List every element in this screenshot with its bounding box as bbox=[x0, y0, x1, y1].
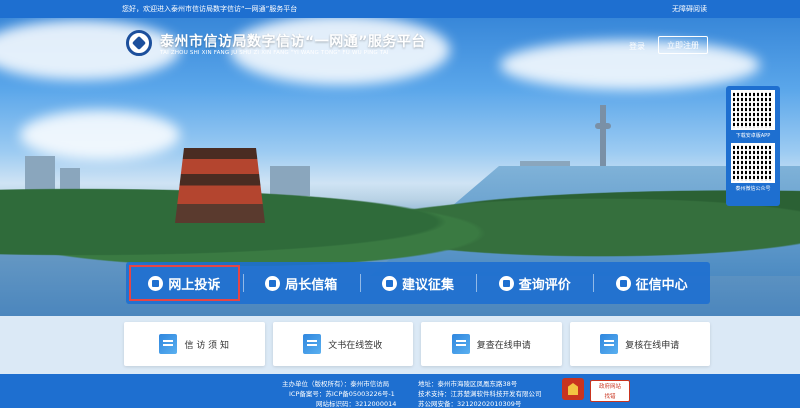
nav-label: 网上投诉 bbox=[168, 277, 221, 293]
card-petition-notice[interactable]: 信 访 须 知 bbox=[124, 322, 265, 366]
main-nav: 网上投诉 局长信箱 建议征集 查询评价 征信中心 bbox=[126, 262, 710, 304]
cloud bbox=[0, 20, 180, 80]
gov-site-error-badge[interactable]: 政府网站 找错 bbox=[590, 380, 630, 402]
document-sign-icon bbox=[303, 334, 322, 354]
nav-director-mailbox[interactable]: 局长信箱 bbox=[242, 262, 360, 304]
complaint-icon bbox=[148, 275, 164, 291]
emblem-icon bbox=[568, 383, 578, 395]
nav-label: 查询评价 bbox=[518, 277, 571, 293]
welcome-text: 您好，欢迎进入泰州市信访局数字信访“一网通”服务平台 bbox=[122, 5, 298, 13]
register-button[interactable]: 立即注册 bbox=[658, 36, 708, 54]
accessibility-link[interactable]: 无障碍阅读 bbox=[672, 4, 707, 14]
card-label: 文书在线签收 bbox=[328, 340, 383, 351]
footer-site-id: 网站标识码：3212000014 bbox=[316, 400, 397, 408]
site-logo[interactable] bbox=[126, 30, 152, 56]
logo-icon bbox=[131, 35, 147, 51]
card-recheck-apply[interactable]: 复核在线申请 bbox=[569, 322, 710, 366]
qr-panel: 下载安卓版APP 泰州微信公众号 bbox=[726, 86, 780, 206]
badge-line2: 找错 bbox=[604, 394, 616, 400]
pagoda bbox=[175, 148, 265, 223]
party-emblem-badge[interactable] bbox=[562, 378, 584, 400]
footer-host: 主办单位（版权所有）：泰州市信访局 bbox=[282, 380, 390, 388]
suggestion-icon bbox=[381, 275, 397, 291]
card-document-sign[interactable]: 文书在线签收 bbox=[272, 322, 413, 366]
card-label: 信 访 须 知 bbox=[184, 340, 230, 351]
app-qr-label[interactable]: 下载安卓版APP bbox=[730, 132, 776, 139]
nav-query-evaluation[interactable]: 查询评价 bbox=[476, 262, 593, 304]
nav-online-complaint[interactable]: 网上投诉 bbox=[126, 262, 243, 304]
card-label: 复核在线申请 bbox=[625, 340, 680, 351]
top-bar: 您好，欢迎进入泰州市信访局数字信访“一网通”服务平台 无障碍阅读 bbox=[0, 0, 800, 18]
service-cards: 信 访 须 知 文书在线签收 复查在线申请 复核在线申请 bbox=[124, 322, 710, 366]
nav-label: 局长信箱 bbox=[285, 277, 338, 293]
footer: 主办单位（版权所有）：泰州市信访局 ICP备案号：苏ICP备05003226号-… bbox=[0, 374, 800, 408]
card-review-apply[interactable]: 复查在线申请 bbox=[421, 322, 562, 366]
card-label: 复查在线申请 bbox=[476, 340, 531, 351]
wechat-qr-label: 泰州微信公众号 bbox=[735, 186, 771, 192]
nav-credit-center[interactable]: 征信中心 bbox=[593, 262, 710, 304]
badge-line1: 政府网站 bbox=[598, 384, 621, 390]
footer-support: 技术支持：江苏楚渊软件科技开发有限公司 bbox=[418, 390, 542, 398]
credit-center-icon bbox=[615, 275, 631, 291]
footer-icp[interactable]: ICP备案号：苏ICP备05003226号-1 bbox=[289, 388, 395, 398]
wechat-qr-code bbox=[731, 143, 775, 183]
nav-suggestion-collection[interactable]: 建议征集 bbox=[359, 262, 477, 304]
app-qr-code bbox=[731, 90, 775, 130]
cloud bbox=[20, 110, 180, 160]
site-title: 泰州市信访局数字信访“一网通”服务平台 bbox=[160, 34, 426, 50]
review-apply-icon bbox=[451, 334, 470, 354]
site-subtitle: TAI ZHOU SHI XIN FANG JU SHU ZI XIN FANG… bbox=[160, 50, 389, 56]
footer-police[interactable]: 苏公网安备：32120202010309号 bbox=[418, 398, 521, 408]
notice-icon bbox=[159, 334, 178, 354]
recheck-apply-icon bbox=[600, 334, 619, 354]
trees bbox=[0, 156, 800, 266]
mailbox-icon bbox=[265, 275, 281, 291]
search-evaluate-icon bbox=[498, 275, 514, 291]
login-link[interactable]: 登录 bbox=[629, 41, 645, 52]
footer-address: 地址：泰州市海陵区凤凰东路38号 bbox=[418, 380, 518, 388]
nav-label: 征信中心 bbox=[635, 277, 688, 293]
nav-label: 建议征集 bbox=[401, 277, 454, 293]
